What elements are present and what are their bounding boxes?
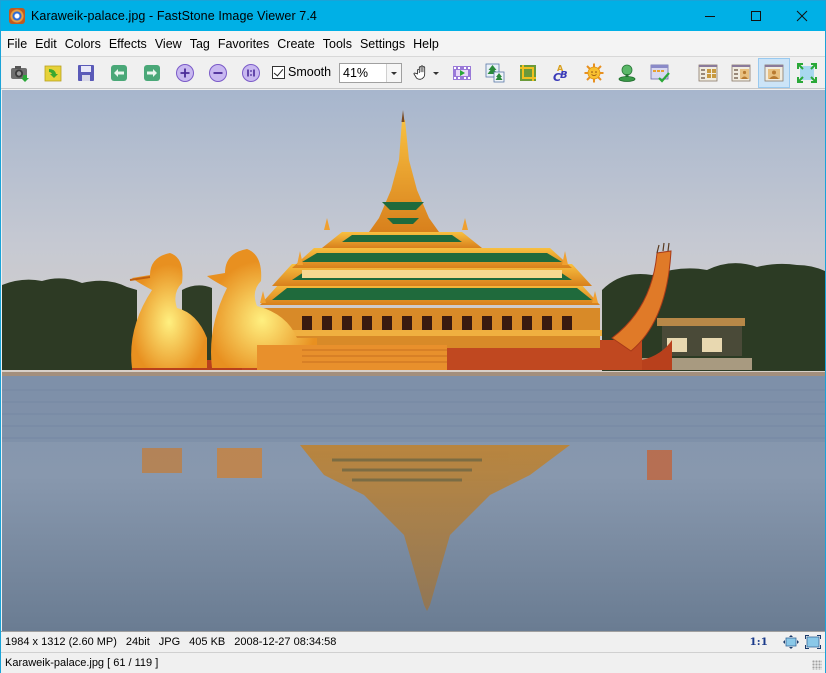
camera-download-icon [11, 66, 29, 82]
menu-bar: File Edit Colors Effects View Tag Favori… [1, 31, 825, 57]
minimize-icon [705, 16, 715, 17]
actual-size-toggle[interactable]: 1:1 [750, 636, 769, 648]
lake-ripples [2, 372, 825, 442]
view-size-controls: 1:1 [750, 633, 821, 651]
pavilion-lamp [702, 338, 722, 352]
viewer-layout-icon [764, 64, 784, 82]
smooth-label: Smooth [288, 65, 332, 79]
resize-trees-icon [485, 63, 505, 83]
pan-button[interactable] [411, 62, 441, 84]
menu-view[interactable]: View [151, 31, 186, 57]
maximize-icon [751, 11, 761, 21]
photo-karaweik-palace [2, 90, 825, 631]
actual-size-icon [242, 64, 260, 82]
previous-button[interactable] [108, 62, 130, 84]
title-bar: Karaweik-palace.jpg - FastStone Image Vi… [1, 1, 825, 31]
actual-size-button[interactable] [240, 62, 262, 84]
menu-help[interactable]: Help [409, 31, 443, 57]
palace-white-band [302, 270, 562, 278]
zoom-in-icon [176, 64, 194, 82]
slideshow-button[interactable] [451, 62, 473, 84]
menu-effects[interactable]: Effects [105, 31, 151, 57]
arrow-left-icon [111, 65, 127, 81]
window-controls [687, 1, 825, 31]
save-button[interactable] [75, 62, 97, 84]
menu-settings[interactable]: Settings [356, 31, 409, 57]
maximize-button[interactable] [733, 1, 779, 31]
menu-favorites[interactable]: Favorites [214, 31, 273, 57]
barge-stairs [257, 345, 447, 370]
resize-button[interactable] [484, 62, 506, 84]
roof-tier-4-green [342, 235, 462, 242]
fit-to-window-icon[interactable] [783, 635, 799, 649]
fullscreen-icon [797, 63, 817, 83]
app-icon [9, 8, 25, 24]
image-date: 2008-12-27 08:34:58 [234, 635, 337, 648]
browser-preview-layout-icon [731, 64, 751, 82]
sun-icon [584, 63, 604, 83]
app-window: Karaweik-palace.jpg - FastStone Image Vi… [0, 0, 826, 673]
roof-tier-1-green [272, 288, 592, 300]
close-button[interactable] [779, 1, 825, 31]
image-dimensions: 1984 x 1312 (2.60 MP) [5, 635, 117, 648]
film-play-icon [453, 66, 471, 80]
image-file-size: 405 KB [189, 635, 226, 648]
stretch-to-fit-icon[interactable] [805, 635, 821, 649]
zoom-in-button[interactable] [174, 62, 196, 84]
waterline-glow [2, 372, 825, 376]
trees-left [2, 278, 137, 370]
thumbnails-layout-icon [698, 64, 718, 82]
hand-icon [413, 65, 426, 80]
menu-create[interactable]: Create [273, 31, 319, 57]
smooth-check-box[interactable] [272, 65, 285, 79]
menu-tag[interactable]: Tag [186, 31, 214, 57]
window-title: Karaweik-palace.jpg - FastStone Image Vi… [31, 9, 317, 23]
browser-mode-button[interactable] [697, 62, 719, 84]
batch-button[interactable] [649, 62, 671, 84]
menu-tools[interactable]: Tools [319, 31, 356, 57]
roof-tier-3-green [302, 253, 562, 262]
menu-colors[interactable]: Colors [61, 31, 105, 57]
image-bit-depth: 24bit [125, 635, 150, 648]
pavilion-roof [657, 318, 745, 326]
windowed-mode-button[interactable] [730, 62, 752, 84]
zoom-out-icon [209, 64, 227, 82]
zoom-dropdown-button[interactable] [386, 64, 401, 82]
svg-text:A: A [557, 64, 564, 73]
close-icon [796, 10, 808, 22]
add-text-button[interactable]: C B A [550, 62, 572, 84]
stamp-icon [618, 64, 636, 82]
next-button[interactable] [141, 62, 163, 84]
resize-grip[interactable] [812, 660, 822, 670]
viewer-mode-button[interactable] [758, 58, 790, 88]
checklist-icon [650, 64, 670, 83]
adjust-lighting-button[interactable] [583, 62, 605, 84]
set-wallpaper-button[interactable] [616, 62, 638, 84]
menu-file[interactable]: File [3, 31, 31, 57]
minimize-button[interactable] [687, 1, 733, 31]
chevron-down-icon [391, 71, 397, 75]
toolbar: Smooth 41% C B A [1, 57, 825, 89]
zoom-out-button[interactable] [207, 62, 229, 84]
crop-button[interactable] [517, 62, 539, 84]
open-folder-button[interactable] [42, 62, 64, 84]
full-screen-button[interactable] [796, 62, 818, 84]
pan-dropdown-icon[interactable] [433, 71, 439, 75]
menu-edit[interactable]: Edit [31, 31, 61, 57]
image-viewport[interactable] [2, 90, 825, 631]
arrow-right-icon [144, 65, 160, 81]
image-info-bar: 1984 x 1312 (2.60 MP) 24bit JPG 405 KB 2… [1, 631, 825, 651]
acquire-camera-button[interactable] [9, 62, 31, 84]
image-format: JPG [158, 635, 181, 648]
floppy-disk-icon [78, 65, 94, 81]
folder-open-icon [44, 65, 62, 82]
zoom-level-value[interactable]: 41% [340, 64, 386, 82]
file-position-info: Karaweik-palace.jpg [ 61 / 119 ] [5, 657, 159, 669]
text-abc-icon: C B A [553, 64, 568, 83]
file-position-bar: Karaweik-palace.jpg [ 61 / 119 ] [1, 652, 825, 673]
smooth-checkbox[interactable]: Smooth [272, 65, 331, 79]
palace-railing [282, 330, 602, 336]
zoom-level-combo[interactable]: 41% [339, 63, 402, 83]
crop-icon [520, 65, 536, 81]
